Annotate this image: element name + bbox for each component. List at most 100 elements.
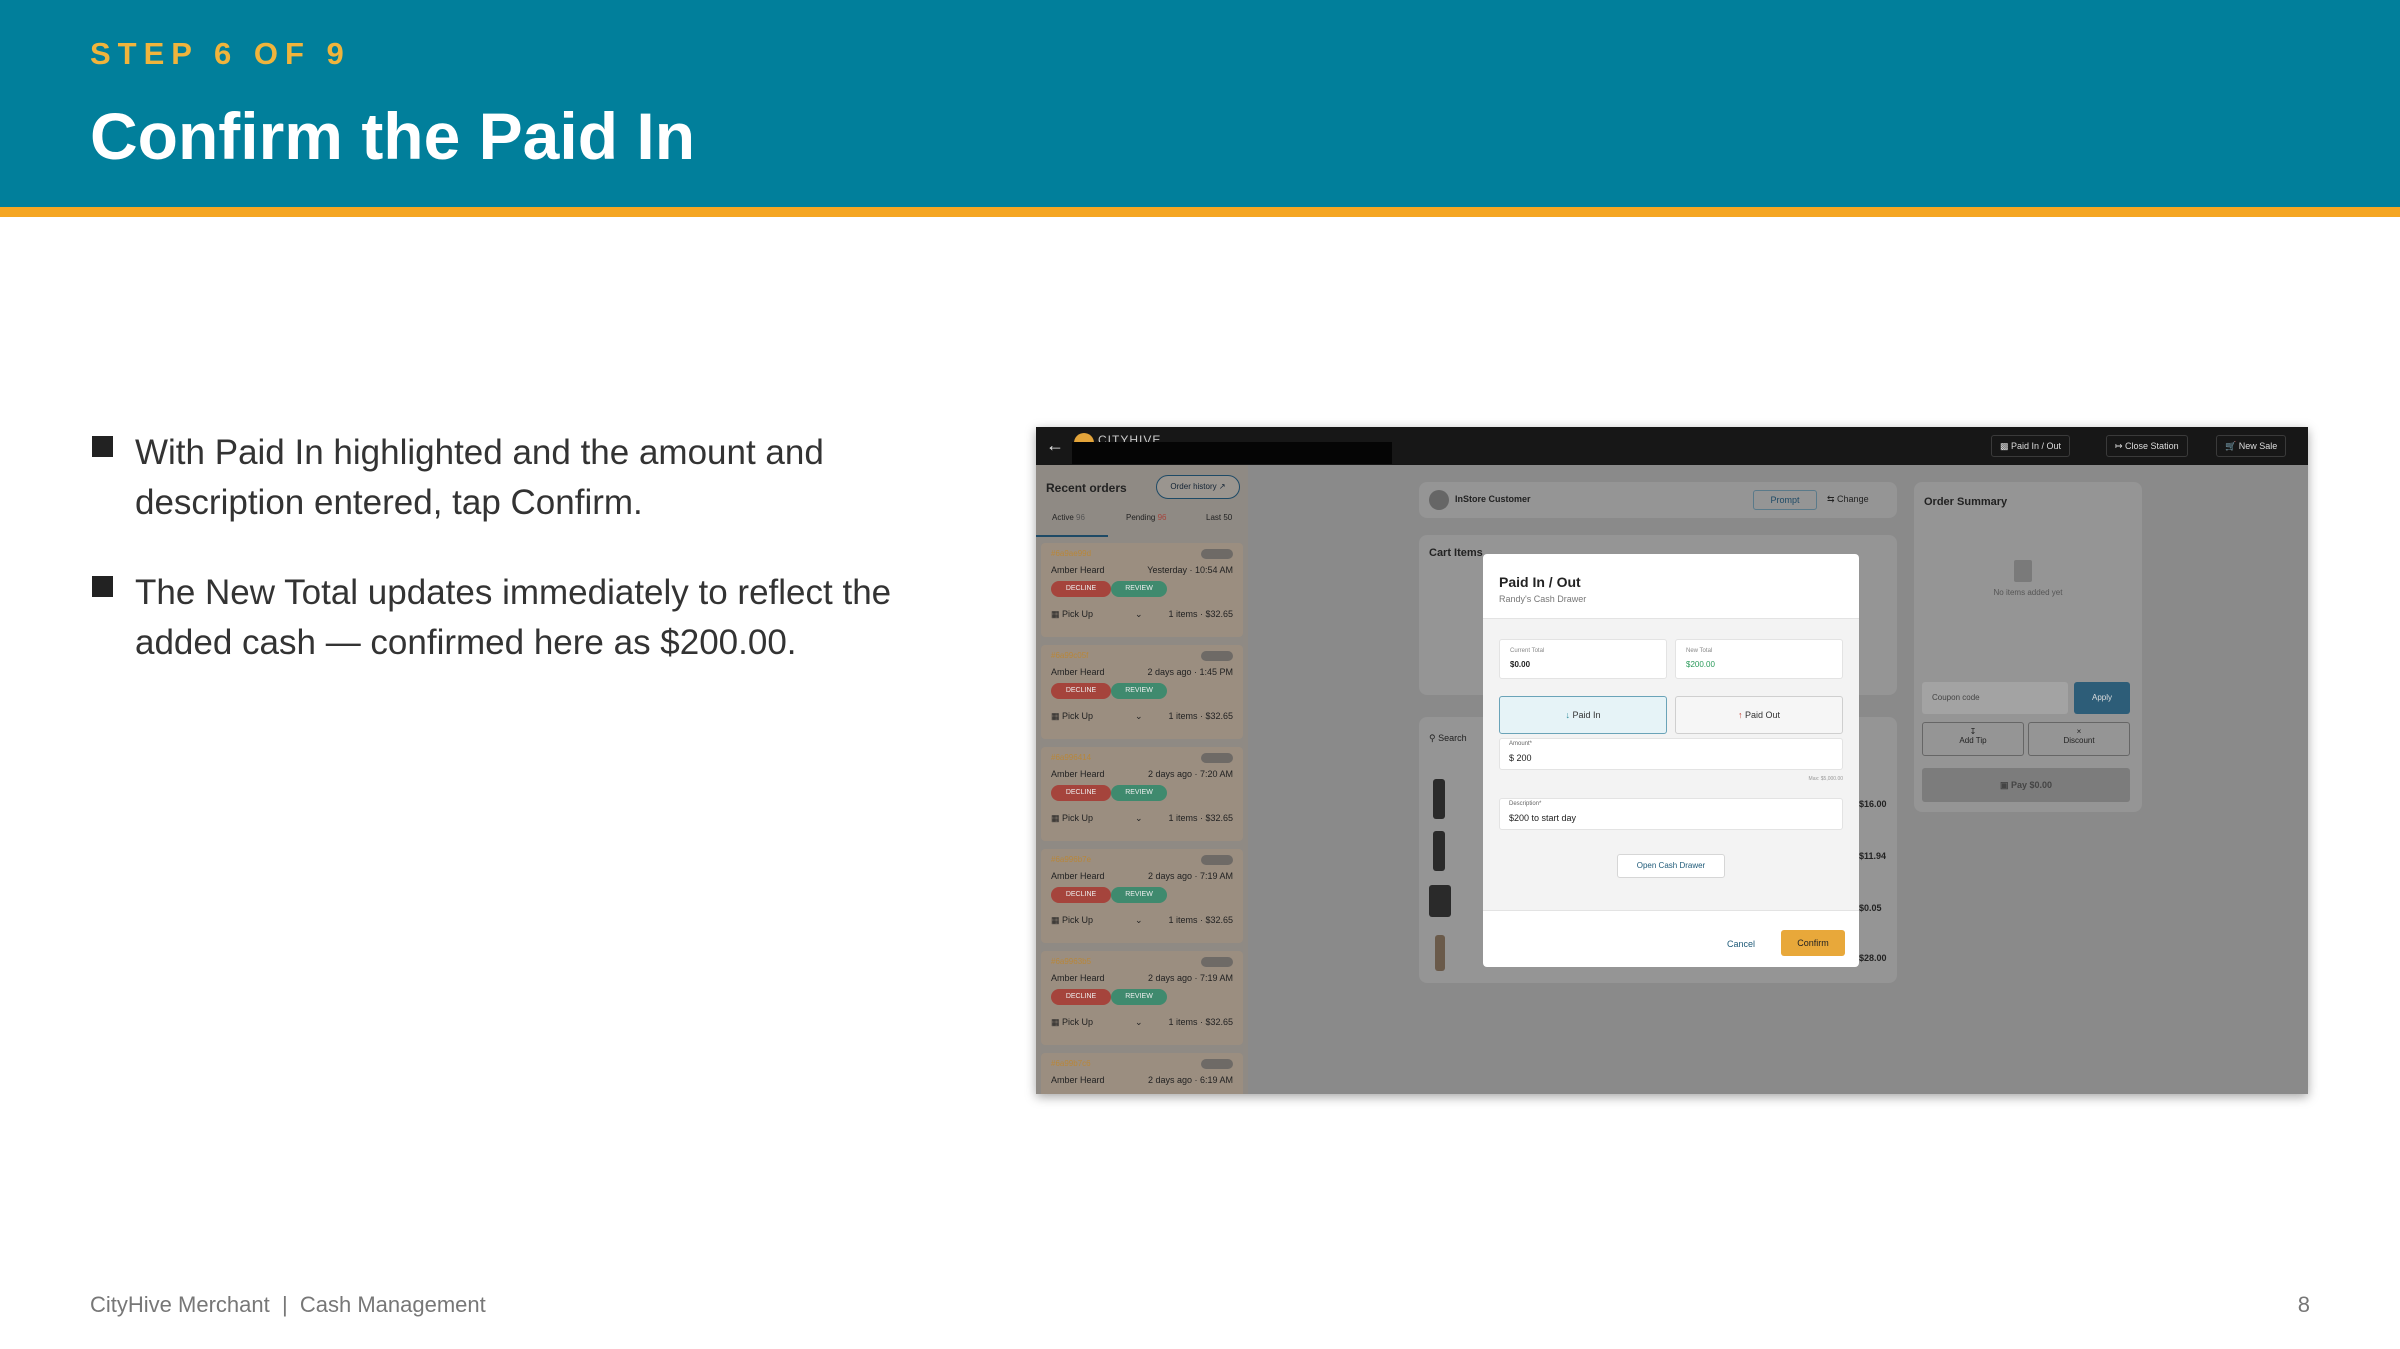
modal-title: Paid In / Out bbox=[1499, 574, 1581, 590]
customer-name: Amber Heard bbox=[1051, 973, 1105, 983]
chevron-down-icon[interactable]: ⌄ bbox=[1135, 915, 1143, 926]
order-total: 1 items · $32.65 bbox=[1168, 609, 1233, 619]
status-pill bbox=[1201, 855, 1233, 865]
pickup-label: ▦ Pick Up bbox=[1051, 711, 1094, 721]
tab-active[interactable]: Active 96 bbox=[1052, 513, 1085, 522]
review-button[interactable]: REVIEW bbox=[1111, 989, 1167, 1005]
chevron-down-icon[interactable]: ⌄ bbox=[1135, 813, 1143, 824]
order-tabs: Active 96 Pending 96 Last 50 bbox=[1036, 513, 1248, 537]
product-price: $11.94 bbox=[1859, 851, 1887, 861]
cash-icon: ▩ bbox=[2000, 441, 2012, 451]
order-card[interactable]: #6a996414 Amber Heard 2 days ago · 7:20 A… bbox=[1041, 747, 1243, 841]
order-card[interactable]: #6a99c05f Amber Heard 2 days ago · 1:45 P… bbox=[1041, 645, 1243, 739]
order-id: #6a996b7e bbox=[1051, 855, 1092, 864]
order-total: 1 items · $32.65 bbox=[1168, 915, 1233, 925]
order-card[interactable]: #6a9963b5 Amber Heard 2 days ago · 7:19 A… bbox=[1041, 951, 1243, 1045]
amount-label: Amount* bbox=[1509, 741, 1533, 747]
new-total-label: New Total bbox=[1686, 648, 1713, 654]
paid-in-out-button[interactable]: ▩ Paid In / Out bbox=[1991, 435, 2071, 457]
current-total-label: Current Total bbox=[1510, 648, 1545, 654]
page-number: 8 bbox=[2297, 1292, 2310, 1317]
confirm-button[interactable]: Confirm bbox=[1781, 930, 1845, 956]
header-accent-line bbox=[0, 207, 2400, 217]
coupon-input[interactable]: Coupon code bbox=[1922, 682, 2068, 714]
order-card[interactable]: #6a9ae99d Amber Heard Yesterday · 10:54 A… bbox=[1041, 543, 1243, 637]
discount-button[interactable]: × Discount bbox=[2028, 722, 2130, 756]
pickup-label: ▦ Pick Up bbox=[1051, 1017, 1094, 1027]
paid-out-toggle[interactable]: ↑ Paid Out bbox=[1675, 696, 1843, 734]
current-total-box: Current Total $0.00 bbox=[1499, 639, 1667, 679]
arrow-up-icon: ↑ bbox=[1737, 710, 1745, 720]
search-icon: ⚲ bbox=[1429, 733, 1439, 743]
bullet-square-icon bbox=[92, 436, 113, 457]
redacted-bar bbox=[1072, 442, 1392, 464]
paid-in-toggle[interactable]: ↓ Paid In bbox=[1499, 696, 1667, 734]
order-id: #6a99b7c6 bbox=[1051, 1059, 1091, 1068]
change-button[interactable]: ⇆ Change bbox=[1827, 494, 1869, 505]
decline-button[interactable]: DECLINE bbox=[1051, 989, 1111, 1005]
new-sale-button[interactable]: 🛒 New Sale bbox=[2216, 435, 2287, 457]
order-card[interactable]: #6a99b7c6 Amber Heard 2 days ago · 6:19 A… bbox=[1041, 1053, 1243, 1094]
slide-title: Confirm the Paid In bbox=[90, 99, 696, 173]
max-amount-hint: Max: $5,000.00 bbox=[1808, 776, 1843, 782]
exit-icon: ↦ bbox=[2115, 441, 2126, 451]
tab-pending[interactable]: Pending 96 bbox=[1126, 513, 1167, 522]
add-tip-button[interactable]: ↧ Add Tip bbox=[1922, 722, 2024, 756]
pay-button[interactable]: ▣ Pay $0.00 bbox=[1922, 768, 2130, 802]
order-total: 1 items · $32.65 bbox=[1168, 813, 1233, 823]
new-total-value: $200.00 bbox=[1686, 660, 1715, 669]
customer-name: InStore Customer bbox=[1455, 494, 1531, 504]
review-button[interactable]: REVIEW bbox=[1111, 887, 1167, 903]
tip-icon: ↧ bbox=[1969, 727, 1977, 736]
customer-name: Amber Heard bbox=[1051, 667, 1105, 677]
cancel-button[interactable]: Cancel bbox=[1727, 939, 1755, 949]
bullet-item: With Paid In highlighted and the amount … bbox=[92, 428, 972, 528]
prompt-button[interactable]: Prompt bbox=[1753, 490, 1817, 510]
customer-name: Amber Heard bbox=[1051, 769, 1105, 779]
review-button[interactable]: REVIEW bbox=[1111, 581, 1167, 597]
bullet-text: With Paid In highlighted and the amount … bbox=[135, 433, 824, 522]
decline-button[interactable]: DECLINE bbox=[1051, 581, 1111, 597]
chevron-down-icon[interactable]: ⌄ bbox=[1135, 609, 1143, 620]
product-bottle-icon bbox=[1433, 831, 1445, 871]
order-card[interactable]: #6a996b7e Amber Heard 2 days ago · 7:19 A… bbox=[1041, 849, 1243, 943]
review-button[interactable]: REVIEW bbox=[1111, 785, 1167, 801]
apply-button[interactable]: Apply bbox=[2074, 682, 2130, 714]
customer-name: Amber Heard bbox=[1051, 1075, 1105, 1085]
discount-icon: × bbox=[2076, 727, 2082, 736]
app-screenshot: ← CITYHIVE ▩ Paid In / Out ↦ Close Stati… bbox=[1036, 427, 2308, 1094]
decline-button[interactable]: DECLINE bbox=[1051, 683, 1111, 699]
product-search[interactable]: ⚲ Search bbox=[1429, 733, 1467, 744]
chevron-down-icon[interactable]: ⌄ bbox=[1135, 1017, 1143, 1028]
back-arrow-icon[interactable]: ← bbox=[1046, 435, 1064, 456]
review-button[interactable]: REVIEW bbox=[1111, 683, 1167, 699]
description-label: Description* bbox=[1509, 801, 1542, 807]
order-summary-panel: Order Summary No items added yet Coupon … bbox=[1914, 482, 2142, 812]
description-input[interactable]: Description* $200 to start day bbox=[1499, 798, 1843, 830]
order-time: Yesterday · 10:54 AM bbox=[1147, 565, 1233, 575]
order-id: #6a996414 bbox=[1051, 753, 1092, 762]
swap-icon: ⇆ bbox=[1827, 494, 1838, 504]
pickup-label: ▦ Pick Up bbox=[1051, 609, 1094, 619]
open-cash-drawer-button[interactable]: Open Cash Drawer bbox=[1617, 854, 1725, 878]
cart-icon: 🛒 bbox=[2225, 441, 2239, 451]
chevron-down-icon[interactable]: ⌄ bbox=[1135, 711, 1143, 722]
bullet-list: With Paid In highlighted and the amount … bbox=[92, 428, 972, 708]
empty-summary-text: No items added yet bbox=[1993, 588, 2063, 597]
decline-button[interactable]: DECLINE bbox=[1051, 887, 1111, 903]
order-history-button[interactable]: Order history ↗ bbox=[1156, 475, 1240, 499]
status-pill bbox=[1201, 957, 1233, 967]
order-id: #6a9ae99d bbox=[1051, 549, 1092, 558]
tab-last-50[interactable]: Last 50 bbox=[1206, 513, 1232, 522]
close-station-button[interactable]: ↦ Close Station bbox=[2106, 435, 2188, 457]
status-pill bbox=[1201, 651, 1233, 661]
status-pill bbox=[1201, 1059, 1233, 1069]
product-bottle-icon bbox=[1433, 779, 1445, 819]
amount-input[interactable]: Amount* $ 200 bbox=[1499, 738, 1843, 770]
paid-in-out-modal: Paid In / Out Randy's Cash Drawer Curren… bbox=[1483, 554, 1859, 967]
lock-icon: ▣ bbox=[1999, 780, 2011, 790]
cart-title: Cart Items bbox=[1429, 547, 1483, 559]
current-total-value: $0.00 bbox=[1510, 660, 1531, 669]
modal-subtitle: Randy's Cash Drawer bbox=[1499, 594, 1587, 604]
decline-button[interactable]: DECLINE bbox=[1051, 785, 1111, 801]
